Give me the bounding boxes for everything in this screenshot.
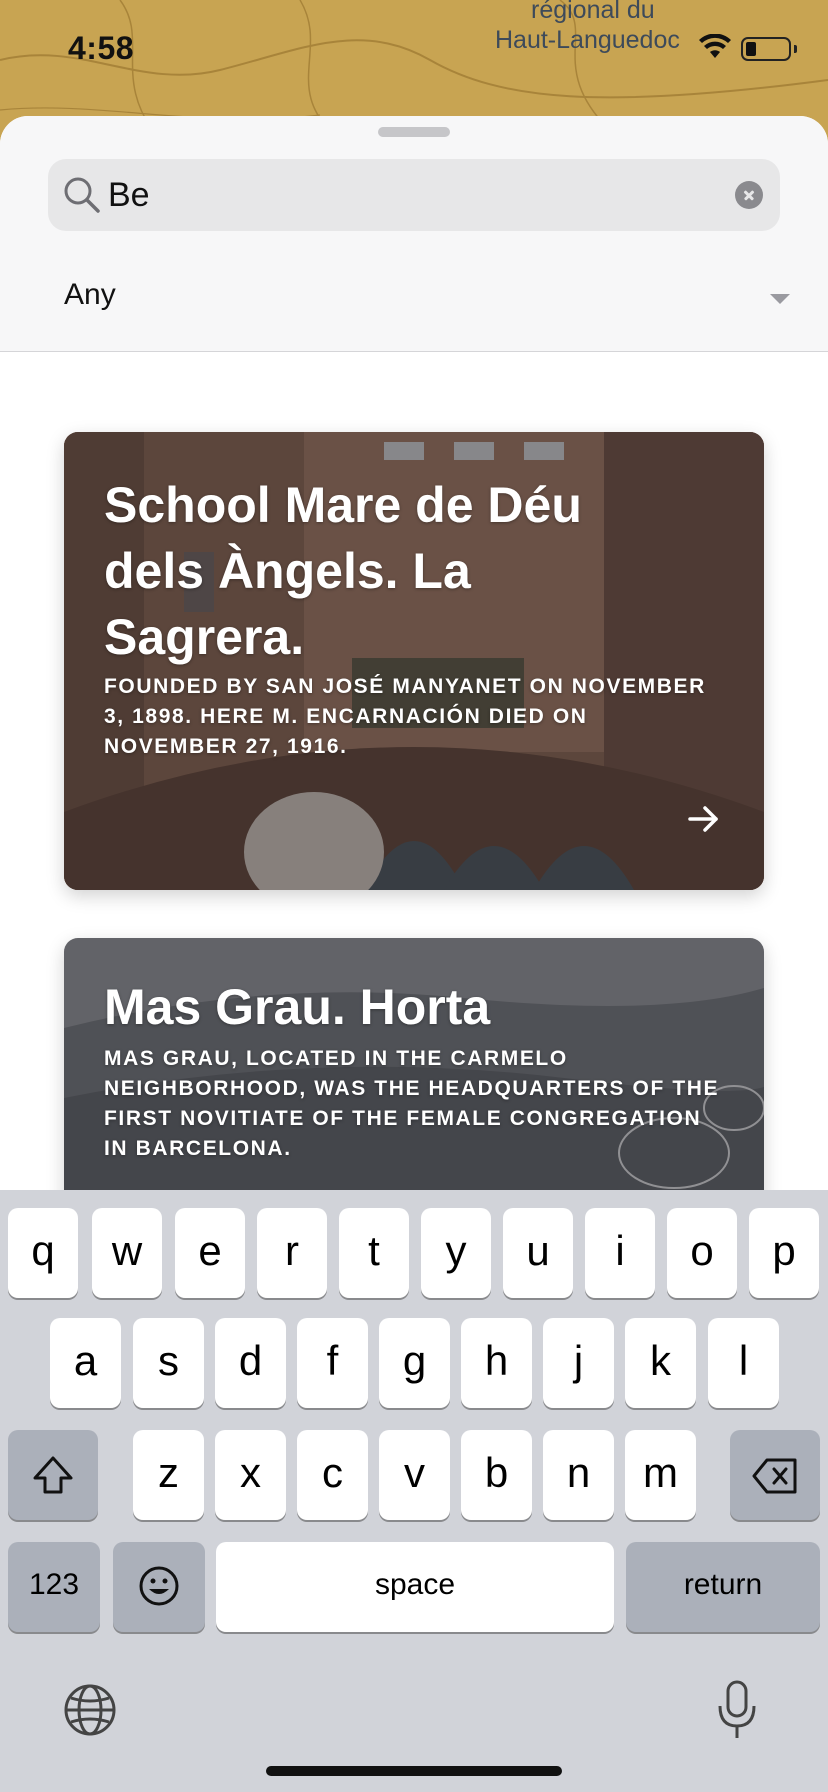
key-r[interactable]: r bbox=[257, 1208, 327, 1298]
battery-cap bbox=[794, 45, 797, 53]
keyboard: q w e r t y u i o p a s d f g h j k l z … bbox=[0, 1190, 828, 1792]
emoji-icon bbox=[139, 1566, 179, 1606]
key-u[interactable]: u bbox=[503, 1208, 573, 1298]
key-m[interactable]: m bbox=[625, 1430, 696, 1520]
backspace-key[interactable] bbox=[730, 1430, 820, 1520]
key-n[interactable]: n bbox=[543, 1430, 614, 1520]
key-e[interactable]: e bbox=[175, 1208, 245, 1298]
search-input[interactable] bbox=[108, 173, 668, 217]
key-k[interactable]: k bbox=[625, 1318, 696, 1408]
filter-select[interactable]: Any bbox=[0, 264, 828, 336]
delete-icon bbox=[752, 1458, 797, 1494]
card-title: Mas Grau. Horta bbox=[104, 979, 491, 1035]
home-indicator bbox=[266, 1766, 562, 1776]
space-key[interactable]: space bbox=[216, 1542, 614, 1632]
numbers-key[interactable]: 123 bbox=[8, 1542, 100, 1632]
filter-value: Any bbox=[64, 278, 116, 311]
key-p[interactable]: p bbox=[749, 1208, 819, 1298]
status-time: 4:58 bbox=[68, 30, 135, 66]
map-label: régional du bbox=[531, 0, 655, 24]
key-y[interactable]: y bbox=[421, 1208, 491, 1298]
microphone-icon[interactable] bbox=[714, 1678, 760, 1742]
key-s[interactable]: s bbox=[133, 1318, 204, 1408]
sheet-grabber[interactable] bbox=[378, 127, 450, 137]
key-b[interactable]: b bbox=[461, 1430, 532, 1520]
clear-circle-icon[interactable] bbox=[735, 181, 763, 209]
key-o[interactable]: o bbox=[667, 1208, 737, 1298]
card-description: FOUNDED BY SAN JOSÉ MANYANET ON NOVEMBER… bbox=[104, 675, 706, 758]
search-bar[interactable] bbox=[48, 159, 780, 231]
key-g[interactable]: g bbox=[379, 1318, 450, 1408]
key-l[interactable]: l bbox=[708, 1318, 779, 1408]
key-w[interactable]: w bbox=[92, 1208, 162, 1298]
search-icon bbox=[64, 177, 100, 213]
key-a[interactable]: a bbox=[50, 1318, 121, 1408]
key-q[interactable]: q bbox=[8, 1208, 78, 1298]
key-v[interactable]: v bbox=[379, 1430, 450, 1520]
sheet-header: Any bbox=[0, 116, 828, 352]
card-description: MAS GRAU, LOCATED IN THE CARMELO NEIGHBO… bbox=[104, 1047, 720, 1160]
key-h[interactable]: h bbox=[461, 1318, 532, 1408]
key-j[interactable]: j bbox=[543, 1318, 614, 1408]
arrow-right-icon[interactable] bbox=[686, 802, 720, 836]
key-i[interactable]: i bbox=[585, 1208, 655, 1298]
key-c[interactable]: c bbox=[297, 1430, 368, 1520]
battery-icon bbox=[741, 37, 791, 61]
place-card[interactable]: School Mare de Déu dels Àngels. La Sagre… bbox=[64, 432, 764, 890]
chevron-down-icon bbox=[770, 294, 790, 304]
shift-key[interactable] bbox=[8, 1430, 98, 1520]
globe-icon[interactable] bbox=[62, 1682, 118, 1738]
return-key[interactable]: return bbox=[626, 1542, 820, 1632]
key-f[interactable]: f bbox=[297, 1318, 368, 1408]
key-z[interactable]: z bbox=[133, 1430, 204, 1520]
card-title: School Mare de Déu dels Àngels. La Sagre… bbox=[104, 477, 582, 665]
wifi-icon bbox=[699, 34, 731, 58]
shift-icon bbox=[33, 1456, 73, 1494]
key-x[interactable]: x bbox=[215, 1430, 286, 1520]
emoji-key[interactable] bbox=[113, 1542, 205, 1632]
key-d[interactable]: d bbox=[215, 1318, 286, 1408]
key-t[interactable]: t bbox=[339, 1208, 409, 1298]
map-label: Haut-Languedoc bbox=[495, 26, 680, 54]
